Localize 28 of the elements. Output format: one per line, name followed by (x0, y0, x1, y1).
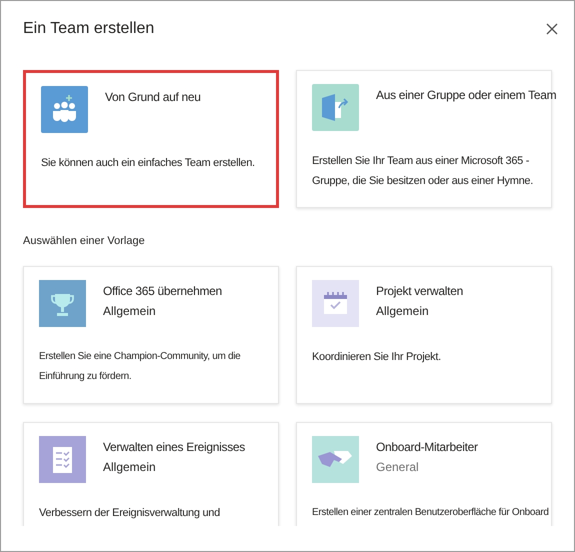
team-icon (41, 86, 88, 133)
card-description: Koordinieren Sie Ihr Projekt. (312, 350, 442, 364)
template-card[interactable]: Verwalten eines Ereignisses Allgemein Verbessern der Ereignisverwaltung und (23, 422, 279, 526)
card-title: Office 365 übernehmen (103, 282, 222, 298)
card-category: Allgemein (376, 302, 430, 318)
close-icon[interactable] (546, 23, 558, 35)
section-heading: Auswählen einer Vorlage (23, 234, 146, 249)
card-category: General (376, 458, 420, 474)
card-description: Erstellen einer zentralen Benutzeroberfläche für Onboard (312, 506, 549, 520)
card-description: Erstellen Sie Ihr Team aus einer Microsoft 365 -Gruppe, die Sie besitzen oder aus einer Hymne. (312, 154, 534, 189)
card-category: Allgemein (103, 458, 157, 474)
template-card[interactable]: Office 365 übernehmen Allgemein Erstellen Sie eine Champion-Community, um die Einführung zu fördern. (23, 266, 279, 404)
card-description: Verbessern der Ereignisverwaltung und (39, 506, 221, 520)
card-description: Erstellen Sie eine Champion-Community, um die Einführung zu fördern. (39, 350, 242, 384)
card-title: Onboard-Mitarbeiter (376, 438, 478, 454)
option-card[interactable]: Von Grund auf neu Sie können auch ein einfaches Team erstellen. (23, 70, 279, 208)
card-description: Sie können auch ein einfaches Team erstellen. (41, 156, 256, 171)
template-card[interactable]: Projekt verwalten Allgemein Koordinieren Sie Ihr Projekt. (296, 266, 552, 404)
checklist-icon (39, 436, 86, 482)
card-title: Projekt verwalten (376, 282, 463, 298)
calendar-icon (312, 280, 359, 326)
card-title: Verwalten eines Ereignisses (103, 438, 245, 454)
handshake-icon (312, 436, 359, 482)
card-title: Von Grund auf neu (105, 89, 201, 105)
template-card[interactable]: Onboard-Mitarbeiter General Erstellen einer zentralen Benutzeroberfläche für Onboard (296, 422, 552, 526)
trophy-icon (39, 280, 86, 326)
card-category: Allgemein (103, 302, 157, 318)
dialog-title: Ein Team erstellen (23, 19, 154, 39)
